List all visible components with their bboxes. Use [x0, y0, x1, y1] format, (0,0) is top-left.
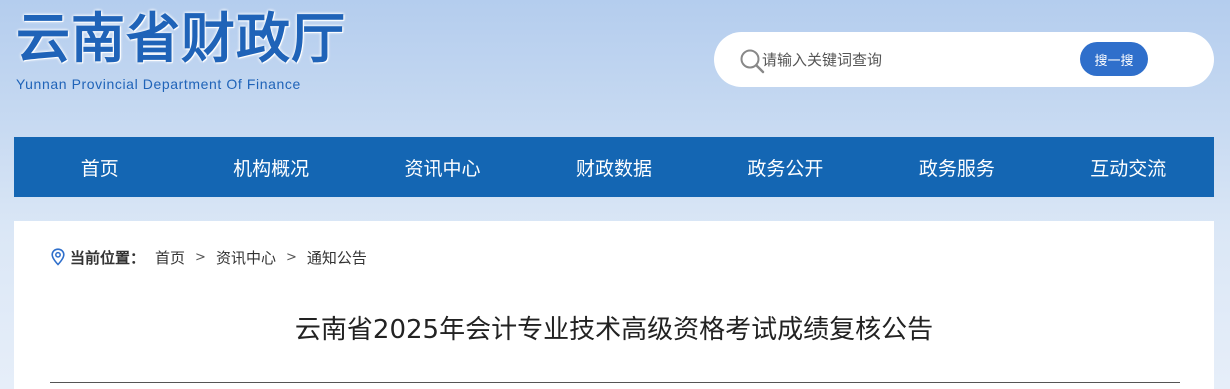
breadcrumb-label: 当前位置：	[70, 248, 146, 267]
site-logo-subtitle: Yunnan Provincial Department Of Finance	[16, 76, 301, 92]
nav-item-government-affairs[interactable]: 政务公开	[700, 137, 871, 197]
search-button[interactable]: 搜一搜	[1080, 42, 1148, 76]
breadcrumb-separator: >	[285, 249, 297, 265]
site-header: 云南省财政厅 Yunnan Provincial Department Of F…	[0, 0, 1230, 137]
breadcrumb-separator: >	[195, 249, 206, 265]
search-input[interactable]	[762, 46, 1062, 74]
nav-item-home[interactable]: 首页	[14, 137, 185, 197]
nav-item-interaction[interactable]: 互动交流	[1043, 137, 1214, 197]
nav-item-about[interactable]: 机构概况	[185, 137, 356, 197]
content-panel: 当前位置： 首页 > 资讯中心 > 通知公告 云南省2025年会计专业技术高级资…	[14, 221, 1214, 389]
search-bar: 搜一搜	[714, 32, 1214, 87]
title-divider	[50, 382, 1180, 383]
breadcrumb-item-notices[interactable]: 通知公告	[307, 247, 367, 268]
nav-item-finance-data[interactable]: 财政数据	[528, 137, 699, 197]
breadcrumb-item-news[interactable]: 资讯中心	[216, 247, 276, 268]
location-pin-icon	[51, 248, 65, 266]
site-logo-title[interactable]: 云南省财政厅	[16, 6, 346, 72]
breadcrumb: 当前位置： 首页 > 资讯中心 > 通知公告	[50, 247, 367, 267]
breadcrumb-item-home[interactable]: 首页	[155, 247, 185, 268]
article-title: 云南省2025年会计专业技术高级资格考试成绩复核公告	[294, 315, 934, 345]
main-nav: 首页 机构概况 资讯中心 财政数据 政务公开 政务服务 互动交流	[14, 137, 1214, 197]
nav-item-news[interactable]: 资讯中心	[357, 137, 528, 197]
nav-item-services[interactable]: 政务服务	[871, 137, 1042, 197]
